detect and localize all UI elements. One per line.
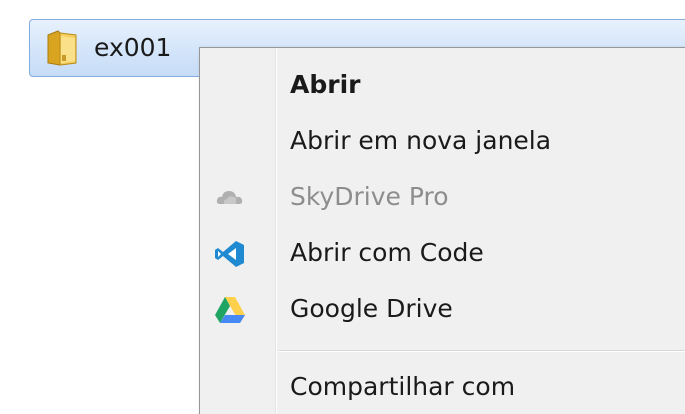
explorer-view: ex001 Abrir Abrir em nova janela SkyDriv… — [0, 0, 685, 414]
cloud-icon — [216, 191, 243, 204]
menu-item-abrir-com-code[interactable]: Abrir com Code — [200, 226, 685, 282]
vscode-icon — [215, 241, 244, 267]
menu-item-label: Abrir com Code — [290, 238, 484, 267]
folder-name: ex001 — [94, 33, 172, 62]
menu-item-google-drive[interactable]: Google Drive — [200, 282, 685, 338]
menu-item-label: Compartilhar com — [290, 372, 516, 401]
context-menu: Abrir Abrir em nova janela SkyDrive Pro … — [199, 47, 685, 414]
menu-item-label: Abrir — [290, 70, 361, 99]
menu-item-compartilhar-com[interactable]: Compartilhar com — [200, 360, 685, 414]
menu-item-abrir[interactable]: Abrir — [200, 58, 685, 114]
menu-item-label: SkyDrive Pro — [290, 182, 449, 211]
menu-separator — [279, 350, 685, 352]
menu-item-skydrive-pro[interactable]: SkyDrive Pro — [200, 170, 685, 226]
folder-icon — [47, 30, 77, 66]
google-drive-icon — [215, 297, 245, 323]
menu-item-label: Google Drive — [290, 294, 453, 323]
menu-item-abrir-nova-janela[interactable]: Abrir em nova janela — [200, 114, 685, 170]
menu-item-label: Abrir em nova janela — [290, 126, 552, 155]
